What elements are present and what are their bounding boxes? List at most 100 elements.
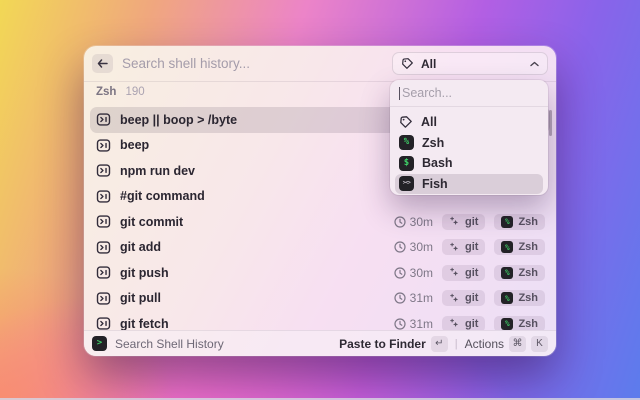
tag-badge: git [442, 239, 485, 255]
section-name: Zsh [96, 86, 116, 98]
text-cursor [399, 87, 400, 100]
filter-option-fish[interactable]: ><> Fish [395, 174, 543, 195]
search-input[interactable]: Search shell history... [122, 56, 392, 71]
tag-badge: git [442, 316, 485, 330]
footer-divider: | [455, 338, 458, 350]
shell-filter-dropdown[interactable]: All [392, 52, 548, 75]
tag-icon [399, 115, 413, 129]
tag-label: git [465, 292, 478, 304]
time-ago: 30m [410, 240, 433, 254]
tag-icon [401, 57, 414, 70]
clock-icon [394, 318, 406, 330]
terminal-prompt-icon [96, 291, 111, 306]
tag-label: git [465, 216, 478, 228]
filter-option-label: Zsh [422, 136, 444, 150]
sparkles-icon [449, 242, 460, 253]
row-accessories: 31m git % Zsh [394, 316, 545, 330]
app-name: Search Shell History [115, 337, 339, 351]
shell-label: Zsh [518, 216, 538, 228]
shell-label: Zsh [518, 267, 538, 279]
left-arrow-icon [97, 59, 108, 68]
shell-label: Zsh [518, 292, 538, 304]
time-ago: 31m [410, 291, 433, 305]
section-header: Zsh 190 [96, 86, 145, 98]
clock-icon [394, 216, 406, 228]
actions-button[interactable]: Actions [465, 337, 504, 351]
history-row[interactable]: git commit 30m git % Zsh [84, 209, 556, 235]
command-key-icon: ⌘ [509, 336, 526, 352]
bash-icon: $ [399, 156, 414, 171]
filter-option-bash[interactable]: $ Bash [395, 153, 543, 174]
terminal-prompt-icon [96, 163, 111, 178]
command-text: git pull [120, 291, 394, 305]
zsh-icon: % [501, 241, 513, 253]
time-ago: 31m [410, 317, 433, 330]
fish-icon: ><> [399, 176, 414, 191]
filter-option-all[interactable]: All [395, 112, 543, 133]
zsh-icon: % [501, 216, 513, 228]
row-accessories: 31m git % Zsh [394, 290, 545, 306]
tag-label: git [465, 241, 478, 253]
zsh-icon: % [501, 292, 513, 304]
zsh-icon: % [501, 267, 513, 279]
filter-value: All [421, 57, 523, 71]
command-text: git push [120, 266, 394, 280]
section-count: 190 [125, 86, 144, 98]
row-accessories: 30m git % Zsh [394, 239, 545, 255]
panel-search-placeholder: Search... [402, 86, 452, 100]
raycast-window: Search shell history... All Zsh 190 beep… [84, 46, 556, 356]
tag-badge: git [442, 265, 485, 281]
action-bar: > Search Shell History Paste to Finder ↵… [84, 330, 556, 356]
terminal-prompt-icon [96, 214, 111, 229]
filter-option-zsh[interactable]: % Zsh [395, 133, 543, 154]
history-row[interactable]: git add 30m git % Zsh [84, 235, 556, 261]
history-row[interactable]: git push 30m git % Zsh [84, 260, 556, 286]
sparkles-icon [449, 318, 460, 329]
history-row[interactable]: git fetch 31m git % Zsh [84, 311, 556, 330]
terminal-prompt-icon [96, 265, 111, 280]
app-icon: > [92, 336, 107, 351]
time-ago: 30m [410, 215, 433, 229]
shell-badge: % Zsh [494, 214, 545, 230]
list-scrollbar[interactable] [549, 110, 552, 136]
back-button[interactable] [92, 54, 113, 73]
command-text: git fetch [120, 317, 394, 330]
tag-label: git [465, 267, 478, 279]
primary-action-button[interactable]: Paste to Finder [339, 337, 426, 351]
shell-label: Zsh [518, 241, 538, 253]
history-row[interactable]: git pull 31m git % Zsh [84, 286, 556, 312]
filter-option-label: Fish [422, 177, 448, 191]
clock-icon [394, 267, 406, 279]
time-ago: 30m [410, 266, 433, 280]
filter-option-label: All [421, 115, 437, 129]
terminal-prompt-icon [96, 138, 111, 153]
row-accessories: 30m git % Zsh [394, 265, 545, 281]
shell-badge: % Zsh [494, 265, 545, 281]
chevron-up-icon [530, 61, 539, 67]
terminal-prompt-icon [96, 316, 111, 330]
zsh-icon: % [399, 135, 414, 150]
shell-label: Zsh [518, 318, 538, 330]
shell-badge: % Zsh [494, 290, 545, 306]
return-key-icon: ↵ [431, 336, 448, 352]
filter-option-label: Bash [422, 156, 453, 170]
tag-badge: git [442, 214, 485, 230]
sparkles-icon [449, 216, 460, 227]
shell-badge: % Zsh [494, 239, 545, 255]
terminal-prompt-icon [96, 189, 111, 204]
command-text: git add [120, 240, 394, 254]
k-key-icon: K [531, 336, 548, 352]
shell-badge: % Zsh [494, 316, 545, 330]
sparkles-icon [449, 267, 460, 278]
command-text: git commit [120, 215, 394, 229]
zsh-icon: % [501, 318, 513, 330]
tag-label: git [465, 318, 478, 330]
clock-icon [394, 292, 406, 304]
terminal-prompt-icon [96, 240, 111, 255]
shell-filter-panel: Search... All % Zsh $ Bash ><> Fish [390, 80, 548, 195]
panel-search-input[interactable]: Search... [390, 80, 548, 107]
sparkles-icon [449, 293, 460, 304]
tag-badge: git [442, 290, 485, 306]
clock-icon [394, 241, 406, 253]
row-accessories: 30m git % Zsh [394, 214, 545, 230]
